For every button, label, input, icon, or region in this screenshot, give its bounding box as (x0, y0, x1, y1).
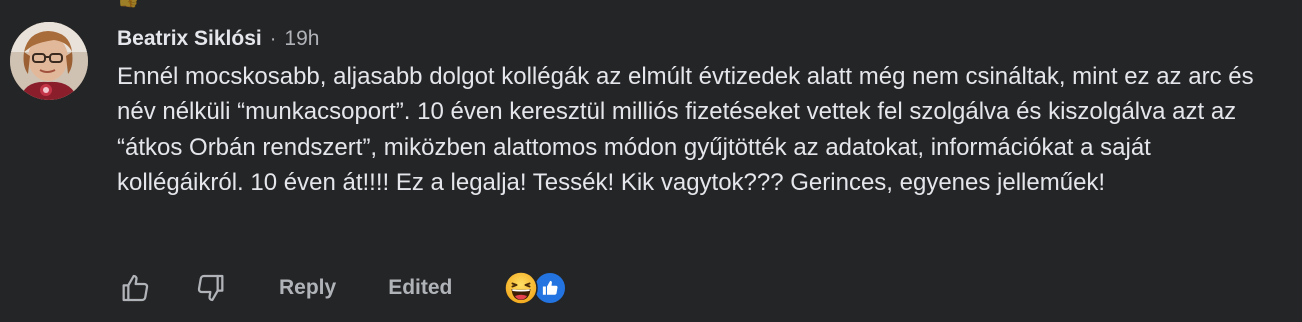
avatar-image (10, 22, 88, 100)
haha-emoji-icon (504, 271, 539, 305)
thumbs-down-icon[interactable] (193, 270, 229, 306)
comment-text: Ennél mocskosabb, aljasabb dolgot kollég… (117, 63, 1254, 196)
previous-comment-actions: 👍 (117, 0, 139, 8)
reactions-summary[interactable] (504, 270, 570, 306)
comment-container: 👍 Beatrix Siklósi · 19h Ennél mocskosabb… (0, 0, 1302, 322)
edited-label[interactable]: Edited (388, 276, 452, 300)
reply-button[interactable]: Reply (279, 276, 336, 300)
avatar[interactable] (10, 22, 88, 100)
thumbs-up-icon[interactable]: 👍 (117, 0, 139, 8)
comment-header: Beatrix Siklósi · 19h (117, 24, 319, 54)
thumbs-up-icon[interactable] (117, 270, 153, 306)
comment-timestamp[interactable]: 19h (284, 27, 319, 51)
comment-actions: Reply Edited (117, 266, 570, 310)
like-reaction-icon (533, 271, 568, 305)
header-separator: · (269, 27, 277, 50)
author-name[interactable]: Beatrix Siklósi (117, 27, 262, 51)
